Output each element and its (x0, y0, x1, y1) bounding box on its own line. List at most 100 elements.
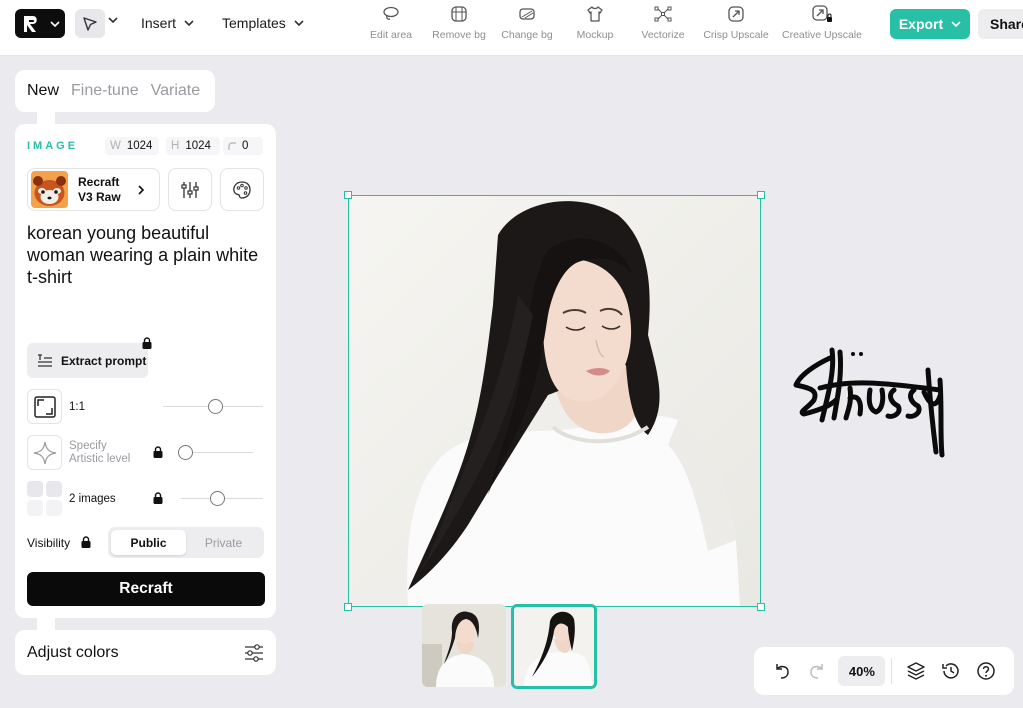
crisp-upscale-tool[interactable]: Crisp Upscale (700, 5, 772, 41)
woman-portrait-thumbnail (422, 604, 506, 687)
tab-new[interactable]: New (27, 82, 59, 100)
app-logo-menu-button[interactable] (15, 9, 65, 38)
woman-portrait-image (348, 195, 761, 607)
remove-bg-tool[interactable]: Remove bg (423, 5, 495, 41)
variant-thumbnail-1[interactable] (422, 604, 506, 687)
width-key: W (110, 140, 121, 152)
images-count-icon[interactable] (27, 481, 62, 516)
chevron-down-icon (294, 20, 304, 27)
adjust-sliders-icon[interactable] (244, 643, 264, 662)
zoom-level[interactable]: 40% (838, 656, 886, 686)
aspect-ratio-slider[interactable] (163, 399, 263, 414)
red-panda-avatar (31, 171, 68, 208)
vectorize-icon (654, 6, 672, 22)
visibility-toggle: Public Private (108, 527, 264, 558)
settings-button[interactable] (168, 168, 212, 211)
change-bg-icon (519, 8, 535, 20)
undo-button[interactable] (764, 653, 799, 689)
height-value: 1024 (185, 140, 211, 152)
lock-icon (81, 536, 91, 548)
lock-icon (153, 492, 163, 504)
export-button[interactable]: Export (890, 9, 970, 39)
slider-thumb[interactable] (208, 399, 223, 414)
variant-thumbnail-2[interactable] (511, 604, 597, 689)
resize-handle-top-right[interactable] (757, 191, 765, 199)
text-lines-icon (38, 353, 52, 367)
resize-handle-bottom-right[interactable] (757, 603, 765, 611)
artistic-level-slider[interactable] (178, 445, 253, 460)
generation-panel: IMAGE W 1024 H 1024 0 Recraft V3 Raw kor… (15, 124, 276, 618)
mockup-tool[interactable]: Mockup (559, 5, 631, 41)
model-selector[interactable]: Recraft V3 Raw (27, 168, 160, 211)
slider-thumb[interactable] (209, 491, 225, 506)
tool-label: Creative Upscale (782, 29, 862, 41)
tool-label: Vectorize (641, 29, 685, 41)
creative-upscale-tool[interactable]: Creative Upscale (780, 5, 864, 41)
corner-radius-value: 0 (242, 140, 249, 152)
visibility-private-button[interactable]: Private (186, 530, 261, 555)
resize-handle-top-left[interactable] (344, 191, 352, 199)
corner-radius-field[interactable]: 0 (223, 137, 263, 155)
tool-label: Mockup (576, 29, 614, 41)
tab-fine-tune[interactable]: Fine-tune (71, 82, 139, 100)
adjust-colors-panel[interactable]: Adjust colors (15, 630, 276, 675)
images-count-slider[interactable] (181, 491, 263, 506)
width-field[interactable]: W 1024 (105, 137, 159, 155)
tool-label: Remove bg (432, 29, 486, 41)
generated-image[interactable] (348, 195, 761, 607)
height-field[interactable]: H 1024 (166, 137, 220, 155)
adjust-colors-label: Adjust colors (27, 643, 119, 661)
layers-button[interactable] (898, 653, 933, 689)
change-bg-tool[interactable]: Change bg (491, 5, 563, 41)
mode-tabs: New Fine-tune Variate (15, 70, 215, 112)
vectorize-tool[interactable]: Vectorize (627, 5, 699, 41)
history-icon (942, 663, 959, 679)
stussy-logo-image[interactable] (790, 340, 950, 460)
edit-area-tool[interactable]: Edit area (355, 5, 427, 41)
chevron-down-icon[interactable] (108, 15, 118, 25)
top-toolbar: Insert Templates Edit area Remove bg Cha… (0, 0, 1023, 56)
resize-handle-bottom-left[interactable] (344, 603, 352, 611)
pointer-tool-button[interactable] (75, 9, 105, 38)
style-palette-button[interactable] (220, 168, 264, 211)
chevron-right-icon (138, 184, 145, 195)
recraft-logo-icon (24, 15, 37, 32)
palette-icon (233, 180, 251, 199)
model-name-line1: Recraft (78, 174, 120, 189)
insert-menu[interactable]: Insert (141, 15, 194, 31)
model-name-line2: V3 Raw (78, 189, 121, 204)
cursor-icon (83, 16, 97, 31)
divider (891, 658, 893, 684)
export-label: Export (898, 16, 944, 32)
visibility-public-button[interactable]: Public (111, 530, 186, 555)
lasso-icon (383, 6, 399, 20)
redo-icon (810, 664, 823, 679)
insert-label: Insert (141, 15, 177, 31)
share-button[interactable]: Share (978, 9, 1023, 39)
history-button[interactable] (934, 653, 969, 689)
aspect-ratio-icon[interactable] (27, 389, 62, 424)
tab-variate[interactable]: Variate (151, 82, 201, 100)
tool-label: Crisp Upscale (703, 29, 769, 41)
slider-thumb[interactable] (178, 445, 193, 460)
grid-squares-icon (27, 481, 62, 516)
corner-radius-icon (228, 142, 236, 150)
help-button[interactable] (969, 653, 1004, 689)
prompt-textarea[interactable]: korean young beautiful woman wearing a p… (27, 222, 262, 288)
visibility-label: Visibility (27, 536, 71, 550)
lock-icon (142, 337, 152, 349)
creative-upscale-icon (812, 5, 832, 22)
chevron-down-icon (184, 20, 194, 27)
sparkle-icon (33, 441, 56, 464)
recraft-generate-button[interactable]: Recraft (27, 572, 265, 606)
redo-button[interactable] (799, 653, 834, 689)
width-value: 1024 (126, 140, 153, 152)
templates-menu[interactable]: Templates (222, 15, 304, 31)
stussy-signature-logo (793, 347, 945, 458)
artistic-level-icon[interactable] (27, 435, 62, 470)
extract-prompt-button[interactable]: Extract prompt (27, 343, 148, 378)
tool-label: Edit area (369, 29, 413, 41)
remove-bg-icon (451, 6, 467, 22)
model-name: Recraft V3 Raw (78, 175, 136, 205)
artistic-level-label: Specify Artistic level (69, 440, 130, 466)
